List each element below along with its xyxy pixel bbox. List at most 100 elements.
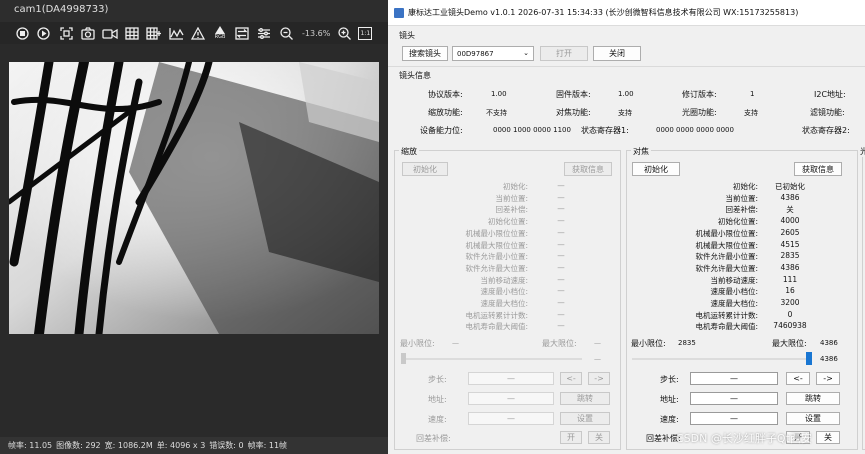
zoom-func-label: 缩放功能: — [428, 108, 463, 117]
focus-info-label: 电机寿命最大阈值: — [695, 322, 758, 332]
camera-icon[interactable] — [80, 25, 96, 41]
zoom-jump-button[interactable]: 跳转 — [560, 392, 610, 405]
iris-func-label: 光圈功能: — [682, 108, 717, 117]
focus-get-info-button[interactable]: 获取信息 — [794, 162, 842, 176]
stop-icon[interactable] — [14, 25, 30, 41]
focus-backlash-off-button[interactable]: 关 — [816, 431, 840, 444]
zoom-backlash-off-button[interactable]: 关 — [588, 431, 610, 444]
zoom-init-button[interactable]: 初始化 — [402, 162, 448, 176]
iris-section-title: 光 — [860, 146, 865, 157]
focus-info-value: 4515 — [780, 239, 800, 249]
focus-init-button[interactable]: 初始化 — [632, 162, 680, 176]
device-status-label: 设备能力位: — [420, 126, 463, 135]
zoom-in-icon[interactable] — [336, 25, 352, 41]
focus-step-input[interactable]: — — [690, 372, 778, 385]
crop-icon[interactable] — [58, 25, 74, 41]
zoom-backlash-label: 回差补偿: — [416, 434, 451, 443]
zoom-info-label: 初始化位置: — [487, 217, 528, 227]
zoom-info-value: — — [557, 204, 565, 214]
focus-func-value: 支持 — [618, 109, 632, 117]
focus-max-limit-label: 最大限位: — [772, 339, 807, 348]
focus-info-label: 软件允许最小位置: — [695, 252, 758, 262]
zoom-set-button[interactable]: 设置 — [560, 412, 610, 425]
actual-size-icon[interactable]: 1:1 — [358, 26, 373, 40]
zoom-info-label: 当前位置: — [495, 193, 528, 203]
device-status-value: 0000 1000 0000 1100 — [493, 126, 571, 134]
swap-icon[interactable] — [234, 25, 250, 41]
grid-plus-icon[interactable] — [146, 25, 162, 41]
focus-speed-input[interactable]: — — [690, 412, 778, 425]
protocol-value: 1.00 — [491, 90, 507, 98]
open-button[interactable]: 打开 — [540, 46, 588, 61]
zoom-info-value: — — [557, 286, 565, 296]
focus-info-value: 关 — [786, 205, 794, 215]
zoom-info-label: 速度最大档位: — [480, 299, 528, 308]
focus-address-input[interactable]: — — [690, 392, 778, 405]
zoom-info-label: 电机运转累计计数: — [465, 310, 528, 320]
focus-slider-handle[interactable] — [806, 352, 812, 365]
bandwidth-readout: 宽: 1086.2M — [104, 441, 153, 450]
zoom-info-value: — — [557, 239, 565, 249]
device-select-value: 00D97867 — [457, 49, 494, 58]
focus-info-label: 速度最小档位: — [710, 287, 758, 297]
focus-info-value: 3200 — [780, 298, 800, 307]
rgb-icon[interactable]: RGB — [212, 25, 228, 41]
zoom-slider-track[interactable] — [406, 358, 582, 360]
focus-section-title: 对焦 — [631, 146, 651, 157]
focus-info-label: 机械最小限位位置: — [695, 228, 758, 238]
filter-func-label: 滤镜功能: — [810, 108, 845, 117]
zoom-min-limit-label: 最小限位: — [400, 339, 435, 348]
focus-info-value: 111 — [782, 274, 798, 284]
warning-icon[interactable] — [190, 25, 206, 41]
section-divider — [388, 66, 865, 67]
grid-icon[interactable] — [124, 25, 140, 41]
search-lens-button[interactable]: 搜索镜头 — [402, 46, 448, 61]
lens-demo-window: 康标达工业镜头Demo v1.0.1 2026-07-31 15:34:33 (… — [388, 0, 865, 454]
zoom-backlash-on-button[interactable]: 开 — [560, 431, 582, 444]
zoom-step-input[interactable]: — — [468, 372, 554, 385]
focus-info-label: 机械最大限位位置: — [695, 240, 758, 250]
zoom-section-title: 缩放 — [399, 146, 419, 157]
video-icon[interactable] — [102, 25, 118, 41]
zoom-out-icon[interactable] — [278, 25, 294, 41]
focus-jump-button[interactable]: 跳转 — [786, 392, 840, 405]
zoom-step-left-button[interactable]: <- — [560, 372, 582, 385]
device-select[interactable]: 00D97867 ⌄ — [452, 46, 534, 61]
focus-info-value: 2605 — [780, 227, 800, 237]
camera-viewer: cam1(DA4998733) RGB -13.6% 1:1 帧率: 11.05… — [0, 0, 388, 454]
zoom-info-label: 当前移动速度: — [480, 275, 528, 285]
zoom-min-limit-value: — — [452, 339, 459, 347]
zoom-max-limit-value: — — [594, 339, 601, 347]
focus-func-label: 对焦功能: — [556, 108, 591, 117]
zoom-info-value: — — [557, 251, 565, 261]
status-reg2-label: 状态寄存器2: — [802, 126, 850, 135]
image-adjust-icon[interactable] — [256, 25, 272, 41]
focus-slider-track[interactable] — [632, 358, 812, 360]
zoom-speed-label: 速度: — [428, 415, 447, 424]
window-title: 康标达工业镜头Demo v1.0.1 2026-07-31 15:34:33 (… — [408, 8, 799, 17]
rgb-label: RGB — [214, 34, 226, 40]
zoom-level: -13.6% — [302, 28, 331, 38]
play-icon[interactable] — [36, 25, 52, 41]
focus-info-value: 0 — [787, 309, 793, 319]
zoom-speed-input[interactable]: — — [468, 412, 554, 425]
focus-min-limit-label: 最小限位: — [631, 339, 666, 348]
zoom-info-value: — — [557, 192, 565, 202]
error-count: 错误数: 0 — [209, 441, 244, 450]
histogram-icon[interactable] — [168, 25, 184, 41]
zoom-info-value: — — [557, 181, 565, 190]
focus-address-label: 地址: — [660, 395, 679, 404]
zoom-step-right-button[interactable]: -> — [588, 372, 610, 385]
focus-step-right-button[interactable]: -> — [816, 372, 840, 385]
zoom-get-info-button[interactable]: 获取信息 — [564, 162, 612, 176]
zoom-slider-value: — — [594, 355, 601, 363]
zoom-address-input[interactable]: — — [468, 392, 554, 405]
i2c-label: I2C地址: — [814, 90, 846, 99]
close-button[interactable]: 关闭 — [593, 46, 641, 61]
focus-info-value: 4386 — [780, 262, 800, 272]
viewer-status-bar: 帧率: 11.05 图像数: 292 宽: 1086.2M 单: 4096 x … — [0, 437, 388, 454]
focus-set-button[interactable]: 设置 — [786, 412, 840, 425]
focus-info-value: 4386 — [780, 192, 800, 202]
focus-step-left-button[interactable]: <- — [786, 372, 810, 385]
iris-func-value: 支持 — [744, 109, 758, 117]
